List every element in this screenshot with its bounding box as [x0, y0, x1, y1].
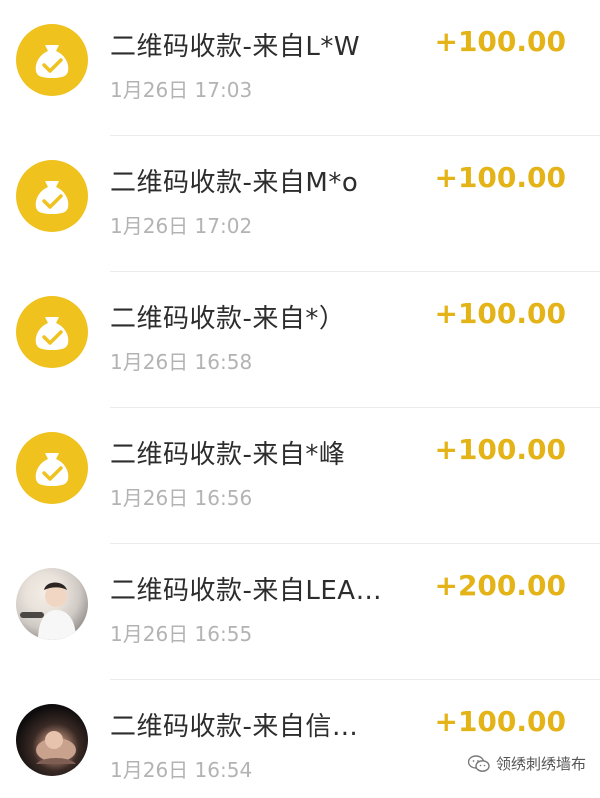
money-bag-icon: [16, 432, 88, 504]
transaction-row[interactable]: 二维码收款-来自信… 1月26日 16:54 +100.00: [0, 680, 600, 798]
transaction-amount: +100.00: [434, 433, 566, 466]
transaction-row[interactable]: 二维码收款-来自*峰 1月26日 16:56 +100.00: [0, 408, 600, 544]
transaction-title: 二维码收款-来自LEA…: [110, 576, 383, 606]
transaction-row[interactable]: 二维码收款-来自M*o 1月26日 17:02 +100.00: [0, 136, 600, 272]
transaction-title: 二维码收款-来自信…: [110, 712, 359, 742]
watermark-text: 领绣刺绣墙布: [495, 755, 586, 773]
transaction-title: 二维码收款-来自M*o: [110, 168, 359, 198]
user-avatar: [16, 704, 88, 776]
transaction-title: 二维码收款-来自L*W: [110, 32, 361, 62]
transaction-time: 1月26日 17:03: [110, 78, 253, 102]
transaction-row[interactable]: 二维码收款-来自*） 1月26日 16:58 +100.00: [0, 272, 600, 408]
transaction-amount: +100.00: [434, 705, 566, 738]
transaction-time: 1月26日 16:56: [110, 486, 253, 510]
transaction-amount: +100.00: [434, 297, 566, 330]
transaction-time: 1月26日 16:58: [110, 350, 253, 374]
watermark: 领绣刺绣墙布: [467, 753, 586, 774]
money-bag-icon: [16, 160, 88, 232]
transaction-time: 1月26日 16:54: [110, 758, 253, 782]
transaction-amount: +100.00: [434, 25, 566, 58]
transaction-row[interactable]: 二维码收款-来自L*W 1月26日 17:03 +100.00: [0, 0, 600, 136]
transaction-time: 1月26日 17:02: [110, 214, 253, 238]
transaction-amount: +200.00: [434, 569, 566, 602]
money-bag-icon: [16, 24, 88, 96]
transaction-time: 1月26日 16:55: [110, 622, 253, 646]
transaction-title: 二维码收款-来自*）: [110, 304, 346, 334]
transaction-title: 二维码收款-来自*峰: [110, 440, 346, 470]
transaction-amount: +100.00: [434, 161, 566, 194]
wechat-icon: [467, 754, 490, 773]
money-bag-icon: [16, 296, 88, 368]
transaction-list: 二维码收款-来自L*W 1月26日 17:03 +100.00 二维码收款-来自…: [0, 0, 600, 798]
user-avatar: [16, 568, 88, 640]
transaction-row[interactable]: 二维码收款-来自LEA… 1月26日 16:55 +200.00: [0, 544, 600, 680]
